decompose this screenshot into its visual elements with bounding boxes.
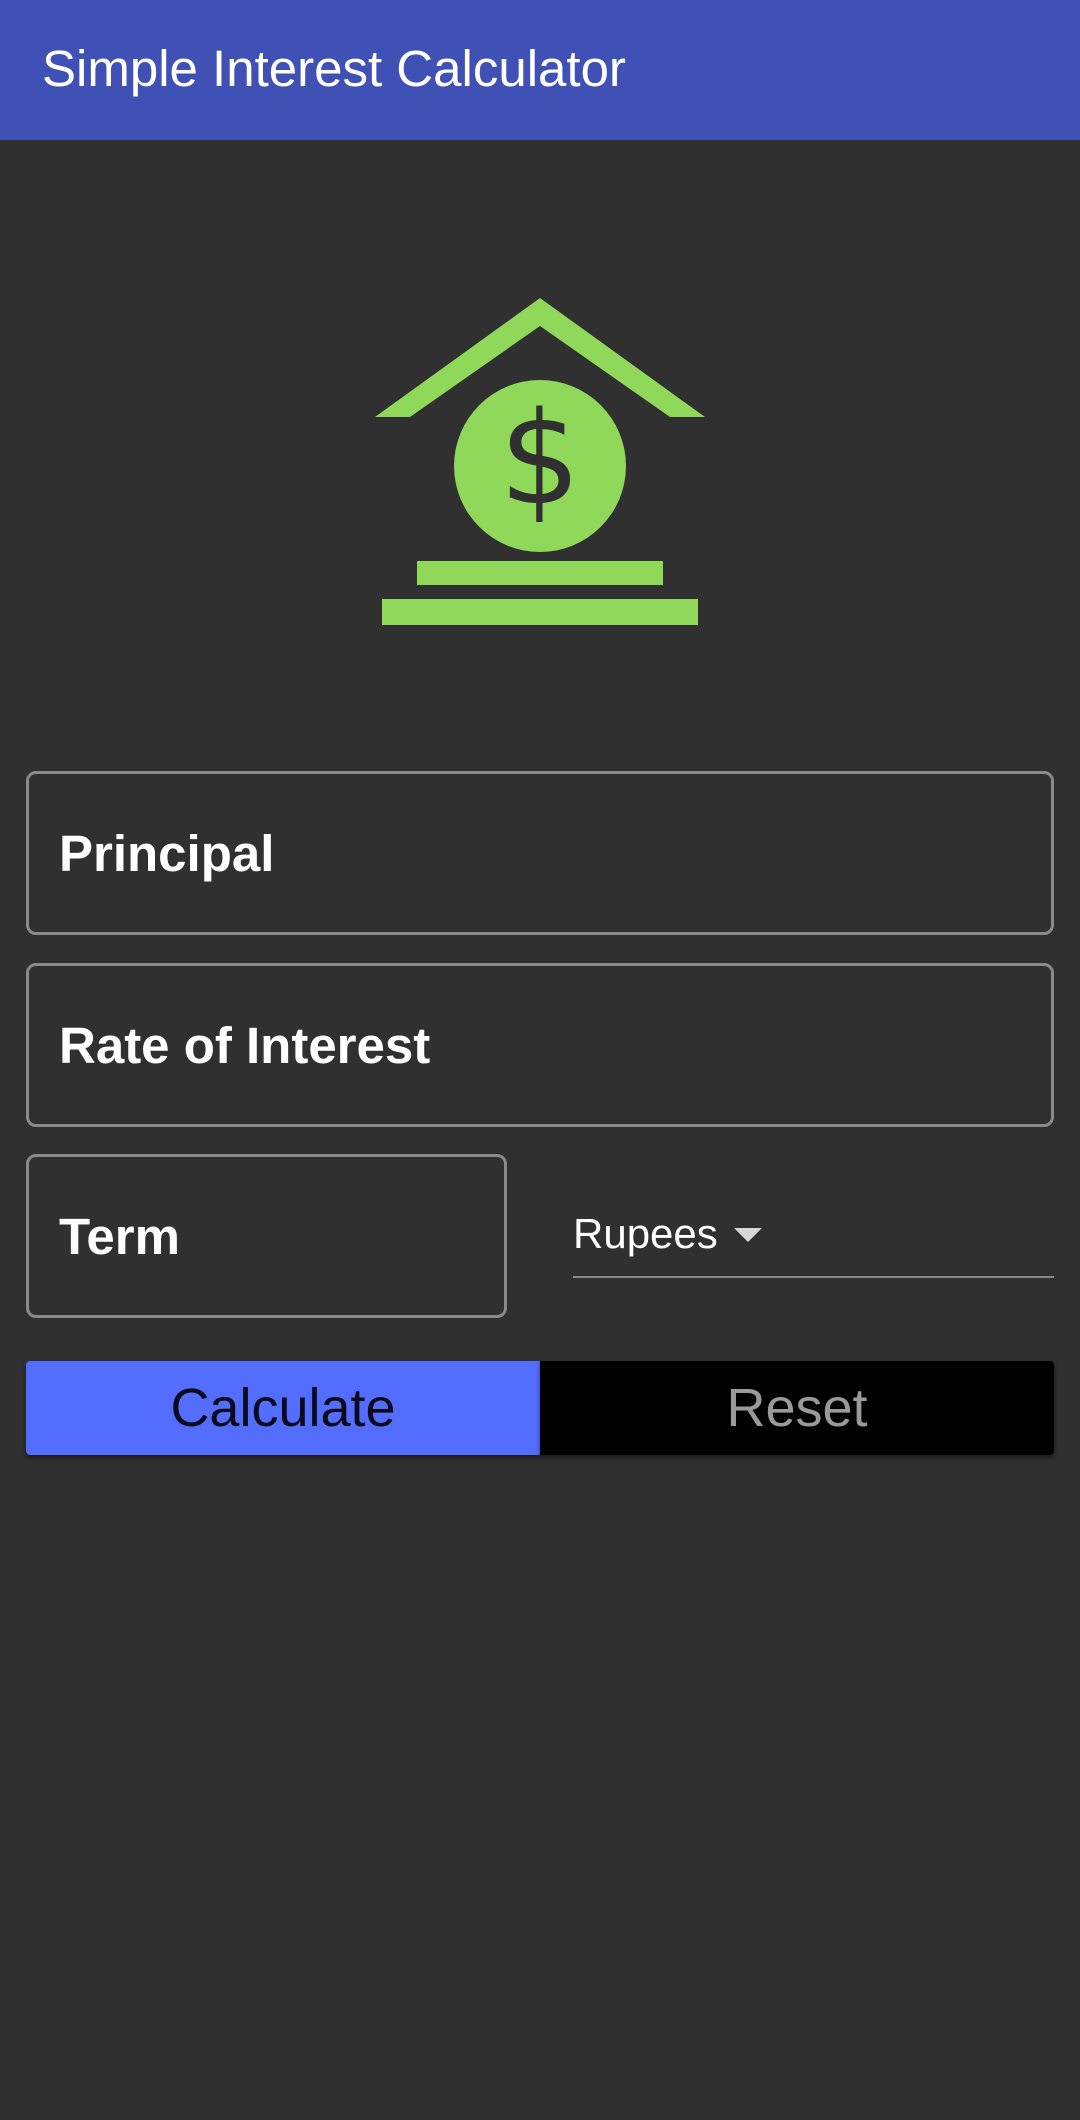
svg-text:$: $ xyxy=(499,385,580,534)
term-input[interactable] xyxy=(29,1157,504,1315)
reset-button[interactable]: Reset xyxy=(540,1361,1054,1455)
calculate-button[interactable]: Calculate xyxy=(26,1361,540,1455)
rate-of-interest-input[interactable] xyxy=(29,966,1051,1124)
bank-dollar-icon: $ xyxy=(370,290,710,630)
currency-selected-label: Rupees xyxy=(573,1210,718,1257)
principal-input[interactable] xyxy=(29,774,1051,932)
currency-dropdown[interactable]: Rupees xyxy=(573,1190,1054,1278)
app-bar: Simple Interest Calculator xyxy=(0,0,1080,140)
principal-field[interactable] xyxy=(26,771,1054,935)
term-field[interactable] xyxy=(26,1154,507,1318)
dropdown-arrow-icon xyxy=(734,1228,762,1242)
app-title: Simple Interest Calculator xyxy=(42,40,626,97)
rate-of-interest-field[interactable] xyxy=(26,963,1054,1127)
